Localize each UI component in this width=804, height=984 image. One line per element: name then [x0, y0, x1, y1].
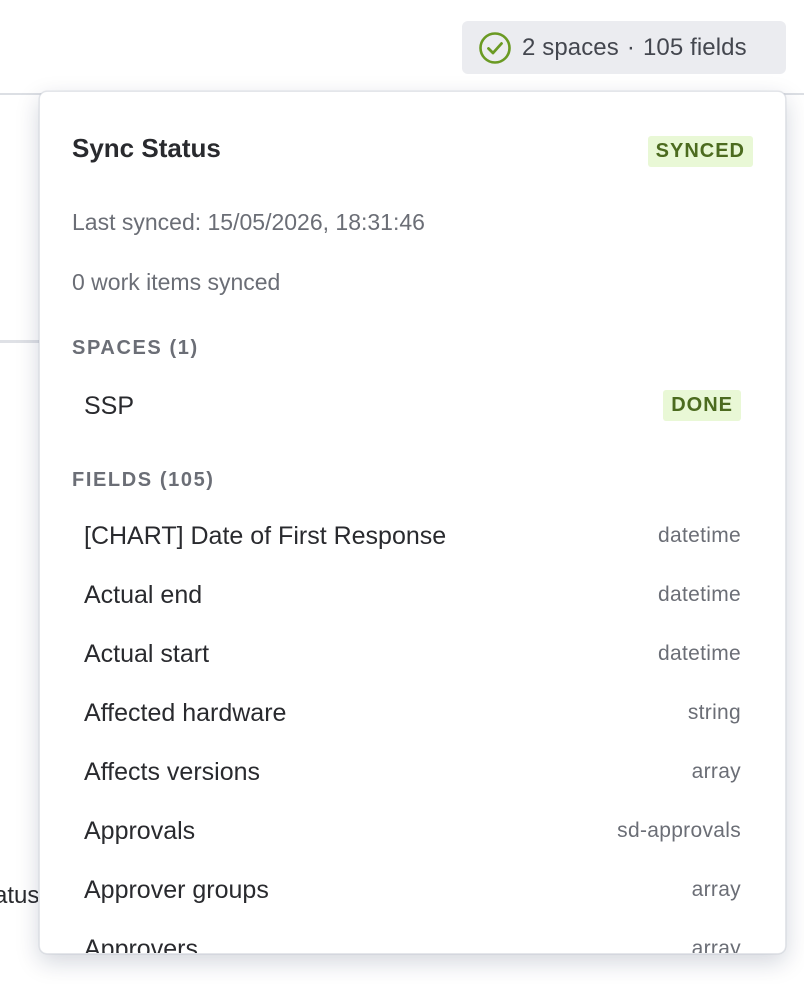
field-type: array	[691, 878, 741, 901]
sync-status-button[interactable]: 2 spaces · 105 fields	[462, 21, 786, 74]
field-name: Affected hardware	[84, 699, 287, 727]
fields-section-heading: FIELDS (105)	[72, 469, 215, 491]
field-type: array	[691, 937, 741, 954]
field-row: [CHART] Date of First Response datetime	[84, 516, 741, 575]
background-status-label: atus	[0, 882, 38, 909]
field-name: Actual end	[84, 581, 203, 609]
check-circle-icon	[478, 31, 512, 65]
field-row: Affected hardware string	[84, 693, 741, 752]
field-type: array	[691, 760, 741, 783]
field-name: [CHART] Date of First Response	[84, 522, 447, 550]
field-row: Approver groups array	[84, 870, 741, 929]
fields-list[interactable]: [CHART] Date of First Response datetime …	[84, 516, 741, 954]
synced-status-badge: SYNCED	[647, 136, 753, 167]
work-items-count-text: 0 work items synced	[72, 269, 281, 295]
fields-count: 105 fields	[642, 33, 747, 61]
spaces-count: 2 spaces	[522, 33, 619, 61]
field-type: sd-approvals	[617, 819, 741, 842]
field-type: datetime	[658, 524, 741, 547]
space-row: SSP DONE	[84, 386, 741, 426]
field-name: Approvers	[84, 935, 198, 954]
field-row: Approvals sd-approvals	[84, 811, 741, 870]
space-name: SSP	[84, 392, 135, 420]
popover-title: Sync Status	[72, 133, 221, 163]
field-name: Actual start	[84, 640, 210, 668]
sync-summary-label: 2 spaces · 105 fields	[522, 34, 747, 62]
field-type: datetime	[658, 583, 741, 606]
separator-dot: ·	[626, 33, 635, 61]
field-name: Affects versions	[84, 758, 261, 786]
field-row: Actual start datetime	[84, 634, 741, 693]
sync-status-popover: Sync Status SYNCED Last synced: 15/05/20…	[39, 91, 786, 954]
field-name: Approver groups	[84, 876, 269, 904]
field-type: string	[687, 701, 741, 724]
background-divider	[0, 340, 42, 343]
last-synced-text: Last synced: 15/05/2026, 18:31:46	[72, 209, 425, 235]
field-row: Actual end datetime	[84, 575, 741, 634]
field-row: Approvers array	[84, 929, 741, 954]
space-status-badge: DONE	[663, 390, 741, 421]
field-row: Affects versions array	[84, 752, 741, 811]
spaces-section-heading: SPACES (1)	[72, 337, 199, 359]
field-type: datetime	[658, 642, 741, 665]
field-name: Approvals	[84, 817, 196, 845]
